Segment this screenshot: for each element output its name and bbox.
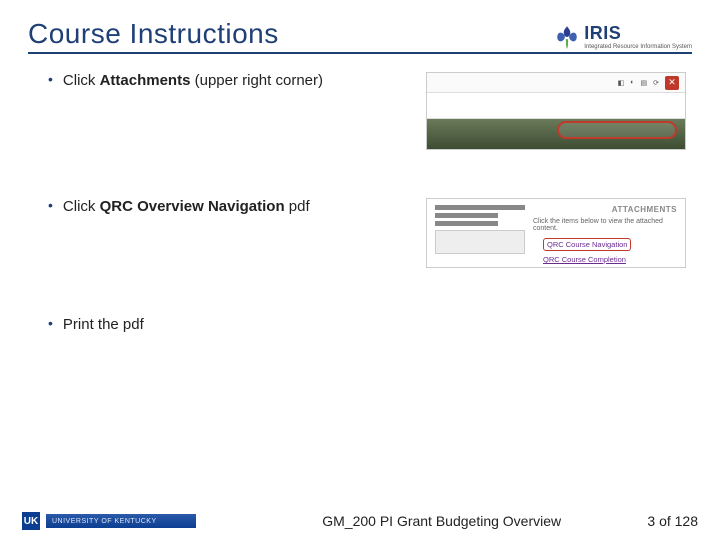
qrc-nav-link-highlight: QRC Course Navigation: [543, 238, 631, 251]
screenshot-thumb-attachments: ◧ ◐ ▤ ⟳ ✕: [426, 72, 692, 150]
thumb-window: ◧ ◐ ▤ ⟳ ✕: [426, 72, 686, 150]
thumb-empty-bar: [427, 93, 685, 119]
bullet-row: • Print the pdf: [28, 316, 692, 333]
toolbar-item: ◧: [618, 79, 625, 87]
bullet-text: Print the pdf: [63, 316, 144, 333]
toolbar-item: ◐: [630, 79, 634, 86]
placeholder-line: [435, 213, 498, 218]
uk-initials: UK: [22, 512, 40, 530]
bullet-item: • Click QRC Overview Navigation pdf: [28, 198, 408, 215]
bullet-marker: •: [28, 316, 63, 333]
bullet-bold: QRC Overview Navigation: [100, 198, 285, 215]
bullet-suffix: (upper right corner): [190, 72, 323, 89]
bullet-text: Click Attachments (upper right corner): [63, 72, 323, 89]
panel-title: ATTACHMENTS: [533, 205, 677, 214]
bullet-marker: •: [28, 72, 63, 89]
bullet-prefix: Click: [63, 198, 100, 215]
header: Course Instructions IRIS Integrated Reso…: [28, 18, 692, 54]
bullet-row: • Click QRC Overview Navigation pdf ATTA…: [28, 198, 692, 268]
attachments-highlight: [557, 121, 677, 139]
iris-flower-icon: [554, 24, 580, 50]
slide: Course Instructions IRIS Integrated Reso…: [0, 0, 720, 540]
thumb-banner: [427, 119, 685, 150]
bullet-item: • Click Attachments (upper right corner): [28, 72, 408, 89]
iris-logo: IRIS Integrated Resource Information Sys…: [554, 23, 692, 50]
placeholder-line: [435, 221, 498, 226]
bullet-text: Click QRC Overview Navigation pdf: [63, 198, 310, 215]
iris-logo-text: IRIS Integrated Resource Information Sys…: [584, 23, 692, 50]
uk-label: UNIVERSITY OF KENTUCKY: [46, 514, 196, 528]
iris-tagline: Integrated Resource Information System: [584, 44, 692, 50]
footer: UK UNIVERSITY OF KENTUCKY GM_200 PI Gran…: [0, 512, 720, 530]
panel-instruction: Click the items below to view the attach…: [533, 218, 677, 232]
bullet-row: • Click Attachments (upper right corner)…: [28, 72, 692, 150]
qrc-completion-link: QRC Course Completion: [543, 255, 677, 264]
footer-course-title: GM_200 PI Grant Budgeting Overview: [196, 513, 647, 529]
bullet-prefix: Print the pdf: [63, 316, 144, 333]
bullet-item: • Print the pdf: [28, 316, 408, 333]
bullet-prefix: Click: [63, 72, 100, 89]
bullet-suffix: pdf: [285, 198, 310, 215]
iris-brand: IRIS: [584, 23, 692, 44]
close-icon: ✕: [665, 76, 679, 90]
placeholder-line: [435, 205, 525, 210]
thumb-toolbar: ◧ ◐ ▤ ⟳ ✕: [427, 73, 685, 93]
page-title: Course Instructions: [28, 18, 279, 50]
bullet-marker: •: [28, 198, 63, 215]
toolbar-item: ⟳: [653, 79, 659, 87]
uk-logo: UK UNIVERSITY OF KENTUCKY: [22, 512, 196, 530]
thumb-left-col: [435, 205, 525, 261]
toolbar-item: ▤: [641, 79, 648, 87]
placeholder-image: [435, 230, 525, 254]
content: • Click Attachments (upper right corner)…: [28, 54, 692, 333]
thumb-panel: ATTACHMENTS Click the items below to vie…: [426, 198, 686, 268]
bullet-bold: Attachments: [100, 72, 191, 89]
page-number: 3 of 128: [647, 513, 698, 529]
thumb-right-col: ATTACHMENTS Click the items below to vie…: [533, 205, 677, 261]
screenshot-thumb-links: ATTACHMENTS Click the items below to vie…: [426, 198, 692, 268]
